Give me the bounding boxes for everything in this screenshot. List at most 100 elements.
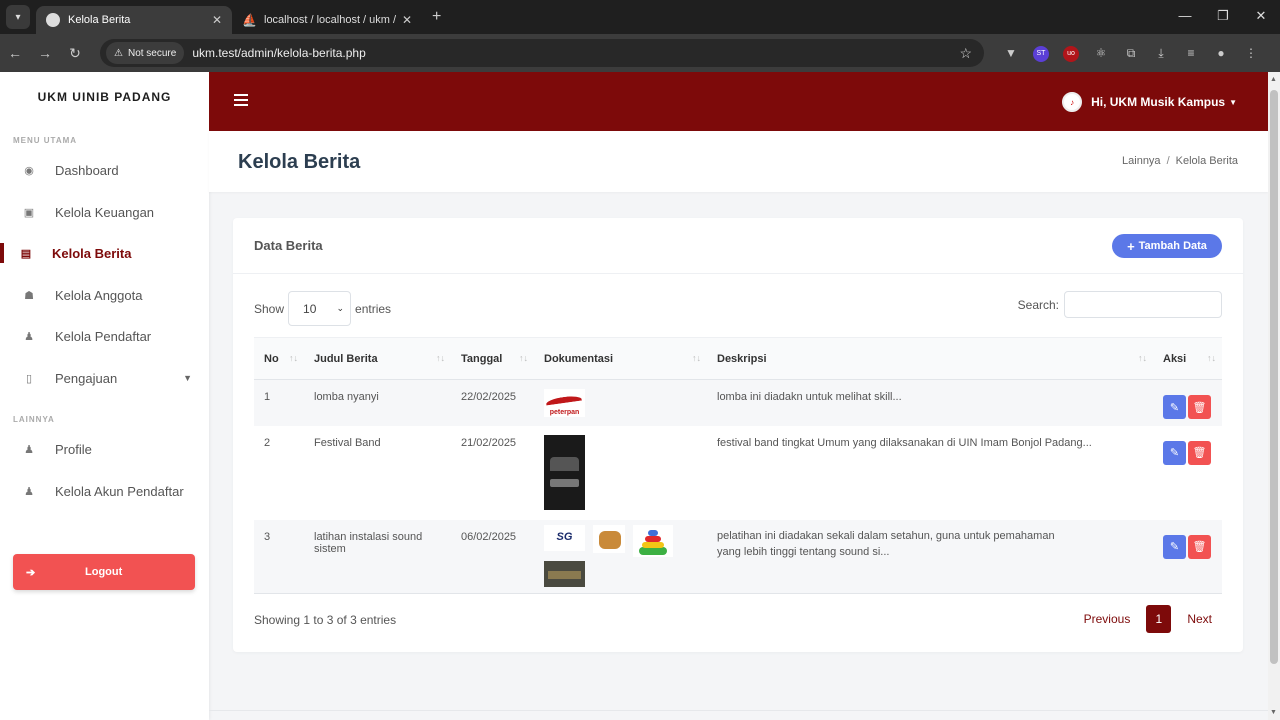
close-window-icon[interactable]: ✕: [1242, 0, 1280, 34]
bear-toy-image[interactable]: [593, 524, 625, 553]
stacking-rings-image[interactable]: [633, 524, 673, 557]
bookmark-star-icon[interactable]: ☆: [959, 45, 972, 62]
edit-button[interactable]: ✎: [1163, 440, 1186, 465]
hamburger-menu-icon[interactable]: [234, 94, 248, 109]
peterpan-logo-text: peterpan: [549, 409, 580, 416]
browser-tab-active[interactable]: Kelola Berita ✕: [36, 6, 232, 34]
scroll-down-icon[interactable]: ▼: [1270, 709, 1277, 716]
forward-icon[interactable]: →: [30, 45, 60, 61]
delete-button[interactable]: 🗑: [1188, 534, 1211, 559]
cell-no: 1: [254, 379, 304, 426]
sidebar-item-profile[interactable]: ♟ Profile: [0, 429, 209, 471]
minimize-icon[interactable]: —: [1166, 0, 1204, 34]
chevron-down-icon: ⌄: [336, 303, 345, 313]
section-menu-utama: MENU UTAMA: [13, 136, 78, 145]
scroll-up-icon[interactable]: ▲: [1270, 76, 1277, 83]
column-header-no[interactable]: No ↑↓: [254, 337, 304, 380]
festival-band-poster-image[interactable]: [544, 434, 585, 510]
page-1-button[interactable]: 1: [1146, 605, 1172, 633]
sound-install-image[interactable]: [544, 560, 585, 587]
photo-stage: [548, 570, 581, 579]
sidebar-item-pengajuan[interactable]: ▯ Pengajuan ▼: [0, 358, 209, 400]
column-label: Dokumentasi: [544, 352, 614, 365]
sidebar-item-anggota[interactable]: ☗ Kelola Anggota: [0, 275, 209, 317]
column-header-deskripsi[interactable]: Deskripsi ↑↓: [707, 337, 1153, 380]
reload-icon[interactable]: ↻: [60, 45, 90, 62]
security-label: Not secure: [127, 47, 177, 59]
table-info: Showing 1 to 3 of 3 entries: [254, 613, 397, 627]
edit-button[interactable]: ✎: [1163, 534, 1186, 559]
tab-search-icon[interactable]: ▾: [6, 5, 30, 29]
puzzle-extension-icon[interactable]: ⧉: [1116, 46, 1146, 61]
sidebar-item-dashboard[interactable]: ◉ Dashboard: [0, 150, 209, 192]
sidebar-item-akun-pendaftar[interactable]: ♟ Kelola Akun Pendaftar: [0, 471, 209, 513]
sidebar-item-pendaftar[interactable]: ♟ Kelola Pendaftar: [0, 316, 209, 358]
caret-down-icon: ▼: [1229, 97, 1237, 107]
sidebar-item-label: Dashboard: [55, 163, 119, 179]
scrollbar-thumb[interactable]: [1270, 90, 1278, 664]
back-icon[interactable]: ←: [0, 45, 30, 61]
menu-dots-icon[interactable]: ⋮: [1236, 46, 1266, 60]
trash-icon: 🗑: [1192, 541, 1207, 553]
peterpan-image[interactable]: peterpan: [544, 389, 585, 417]
url-text[interactable]: ukm.test/admin/kelola-berita.php: [192, 46, 365, 60]
add-data-button[interactable]: + Tambah Data: [1112, 234, 1222, 258]
cell-tanggal: 21/02/2025: [451, 425, 534, 520]
logout-button[interactable]: ➔ Logout: [13, 554, 195, 590]
next-button[interactable]: Next: [1177, 605, 1222, 633]
cell-aksi: ✎ 🗑: [1153, 519, 1222, 594]
close-tab-icon[interactable]: ✕: [212, 13, 222, 27]
vpn-extension-icon[interactable]: ▼: [996, 46, 1026, 60]
column-header-dokumentasi[interactable]: Dokumentasi ↑↓: [534, 337, 707, 380]
edit-icon: ✎: [1169, 447, 1180, 459]
new-tab-icon[interactable]: +: [432, 8, 441, 26]
profile-icon[interactable]: ●: [1206, 46, 1236, 60]
st-badge: ST: [1033, 46, 1049, 62]
delete-button[interactable]: 🗑: [1188, 395, 1211, 419]
column-header-tanggal[interactable]: Tanggal ↑↓: [451, 337, 534, 380]
browser-tab[interactable]: ⛵ localhost / localhost / ukm / us ✕: [232, 6, 422, 34]
column-label: Judul Berita: [314, 352, 378, 365]
entries-select[interactable]: 10 ⌄: [288, 291, 352, 326]
previous-button[interactable]: Previous: [1074, 605, 1141, 633]
ublock-extension-icon[interactable]: uo: [1056, 44, 1086, 62]
close-tab-icon[interactable]: ✕: [402, 13, 412, 27]
column-header-aksi[interactable]: Aksi ↑↓: [1153, 337, 1222, 380]
user-cog-icon: ♟: [24, 485, 34, 498]
sidebar-item-keuangan[interactable]: ▣ Kelola Keuangan: [0, 192, 209, 234]
cell-aksi: ✎ 🗑: [1153, 379, 1222, 426]
row-actions: ✎ 🗑: [1163, 395, 1222, 419]
cell-deskripsi: pelatihan ini diadakan sekali dalam seta…: [707, 519, 1153, 594]
security-chip[interactable]: ⚠ Not secure: [106, 42, 185, 64]
newspaper-icon: ▤: [20, 248, 32, 261]
maximize-icon[interactable]: ❐: [1204, 0, 1242, 34]
st-extension-icon[interactable]: ST: [1026, 44, 1056, 62]
tab-title: Kelola Berita: [68, 14, 131, 26]
table-row: 2 Festival Band 21/02/2025 festival band…: [254, 425, 1222, 520]
scrollbar[interactable]: ▲ ▼: [1268, 72, 1280, 720]
edit-button[interactable]: ✎: [1163, 395, 1186, 419]
globe-icon: [46, 13, 60, 27]
column-label: Tanggal: [461, 352, 503, 365]
user-menu[interactable]: ♪ Hi, UKM Musik Kampus ▼: [1062, 92, 1237, 112]
react-extension-icon[interactable]: ⚛: [1086, 46, 1116, 60]
ring-yellow: [642, 541, 664, 548]
cell-dokumentasi: [534, 425, 707, 520]
breadcrumb-item[interactable]: Lainnya: [1122, 155, 1161, 167]
search-input[interactable]: [1064, 291, 1222, 318]
sg-logo-image[interactable]: SG: [544, 524, 585, 551]
column-header-judul[interactable]: Judul Berita ↑↓: [304, 337, 451, 380]
sidebar-item-berita[interactable]: ▤ Kelola Berita: [0, 233, 209, 275]
media-icon[interactable]: ≡: [1176, 46, 1206, 60]
entries-value: 10: [303, 301, 317, 316]
user-icon: ♟: [24, 444, 34, 457]
address-bar[interactable]: ⚠ Not secure ukm.test/admin/kelola-berita…: [100, 39, 984, 67]
ring-green: [639, 546, 667, 555]
row-actions: ✎ 🗑: [1163, 440, 1222, 465]
delete-button[interactable]: 🗑: [1188, 440, 1211, 465]
edit-icon: ✎: [1169, 401, 1180, 414]
download-icon[interactable]: ⤓: [1146, 46, 1176, 61]
avatar: ♪: [1062, 92, 1083, 112]
plus-icon: +: [1127, 238, 1135, 254]
cell-no: 2: [254, 425, 304, 520]
